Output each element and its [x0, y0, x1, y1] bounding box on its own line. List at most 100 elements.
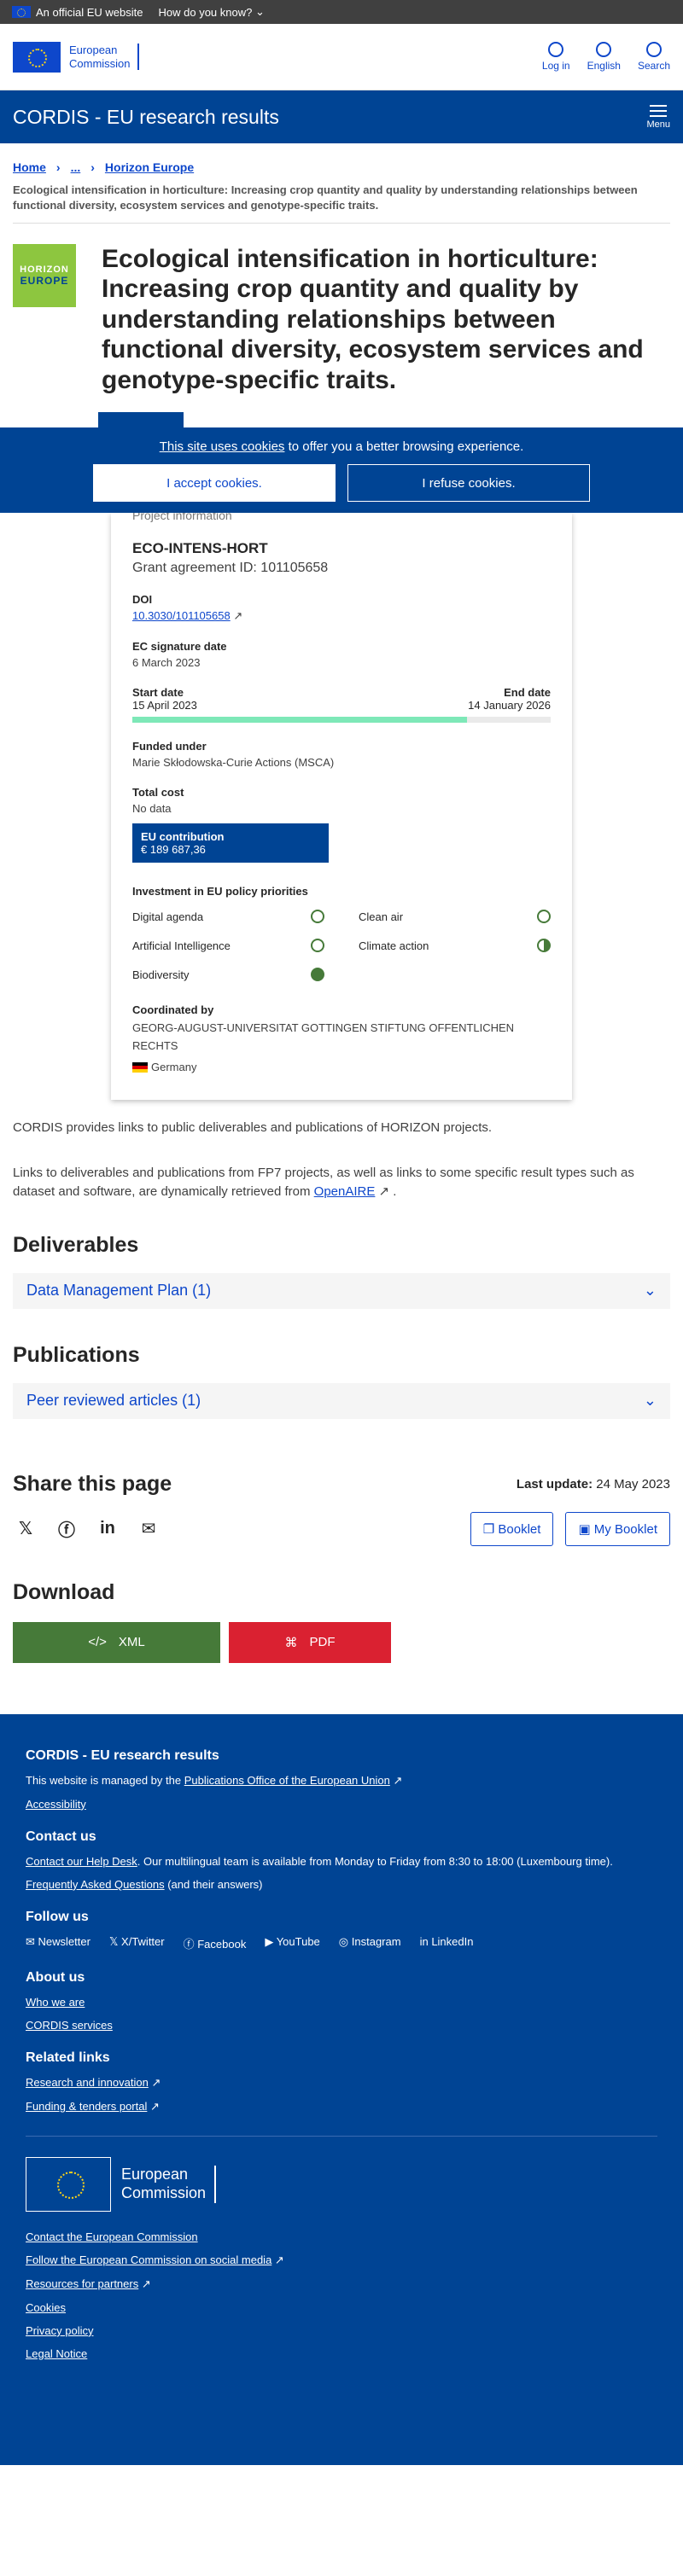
publications-accordion[interactable]: Peer reviewed articles (1) ⌄: [13, 1382, 670, 1419]
who-we-are-link[interactable]: Who we are: [26, 1996, 85, 2009]
external-link-icon: ↗: [375, 1184, 390, 1200]
resources-partners-link[interactable]: Resources for partners: [26, 2277, 138, 2290]
download-xml-button[interactable]: </> XML: [13, 1621, 220, 1663]
download-pdf-button[interactable]: ⌘ PDF: [229, 1621, 391, 1663]
germany-flag-icon: [132, 1062, 148, 1073]
funding-tenders-link[interactable]: Funding & tenders portal: [26, 2100, 147, 2113]
ec-logo[interactable]: European Commission: [13, 41, 139, 73]
site-title[interactable]: CORDIS - EU research results: [13, 106, 279, 129]
breadcrumb-home[interactable]: Home: [13, 160, 46, 174]
instagram-link[interactable]: ◎ Instagram: [339, 1935, 401, 1951]
external-link-icon: ↗: [147, 2099, 160, 2113]
my-booklet-button[interactable]: ▣ My Booklet: [565, 1511, 670, 1546]
share-heading: Share this page: [13, 1471, 172, 1496]
globe-icon: [596, 42, 612, 57]
eu-contribution-value: € 189 687,36: [141, 843, 206, 857]
login-button[interactable]: Log in: [542, 42, 570, 72]
language-button[interactable]: English: [587, 42, 621, 72]
accessibility-link[interactable]: Accessibility: [26, 1798, 86, 1811]
cookies-link[interactable]: Cookies: [26, 2301, 66, 2314]
openaire-link[interactable]: OpenAIRE: [314, 1184, 376, 1199]
panel-title: Project information: [132, 513, 232, 523]
ec-flag-icon: [13, 41, 61, 73]
project-dates: Start date 15 April 2023 End date 14 Janua…: [132, 686, 551, 712]
policy-priorities: Digital agenda Clean air Artificial Inte…: [132, 910, 551, 982]
project-information-panel: Project information ECO-INTENS-HORT Gran…: [111, 513, 572, 1100]
footer-title[interactable]: CORDIS - EU research results: [26, 1748, 657, 1764]
eu-flag-icon: [12, 6, 31, 18]
fact-sheet-tab[interactable]: [98, 412, 184, 428]
coordinator-country: Germany: [151, 1060, 197, 1073]
linkedin-icon[interactable]: in: [95, 1516, 120, 1542]
project-hero: HORIZON EUROPE Ecological intensification…: [0, 224, 683, 412]
end-date: 14 January 2026: [468, 699, 551, 712]
doi-link[interactable]: 10.3030/101105658: [132, 609, 231, 622]
accept-cookies-button[interactable]: I accept cookies.: [93, 464, 336, 503]
how-do-you-know-toggle[interactable]: How do you know? ⌄: [159, 5, 265, 19]
external-link-icon: ↗: [271, 2253, 284, 2266]
official-eu-banner: An official EU website How do you know? …: [0, 0, 683, 24]
eu-contribution-box: EU contribution € 189 687,36: [132, 823, 329, 864]
x-twitter-link[interactable]: 𝕏 X/Twitter: [109, 1935, 165, 1951]
contact-ec-link[interactable]: Contact the European Commission: [26, 2230, 198, 2243]
policy-level-icon: [537, 939, 551, 953]
chevron-down-icon: ⌄: [643, 1282, 657, 1300]
external-link-icon: ↗: [389, 1773, 403, 1787]
refuse-cookies-button[interactable]: I refuse cookies.: [347, 464, 590, 503]
help-desk-link[interactable]: Contact our Help Desk: [26, 1855, 137, 1868]
code-icon: </>: [88, 1635, 107, 1650]
coordinator: GEORG-AUGUST-UNIVERSITAT GOTTINGEN STIFT…: [132, 1021, 515, 1052]
youtube-link[interactable]: ▶ YouTube: [265, 1935, 319, 1951]
privacy-policy-link[interactable]: Privacy policy: [26, 2324, 93, 2337]
policy-clean-air: Clean air: [359, 910, 551, 924]
cookie-policy-link[interactable]: This site uses cookies: [160, 439, 285, 454]
download-heading: Download: [13, 1579, 115, 1604]
site-footer: CORDIS - EU research results This websit…: [0, 1713, 683, 2465]
user-icon: [548, 42, 564, 57]
official-eu-label: An official EU website: [12, 6, 143, 19]
policy-level-icon: [311, 910, 324, 924]
last-update: Last update: 24 May 2023: [516, 1476, 670, 1492]
page-subtitle: Ecological intensification in horticultu…: [13, 183, 670, 224]
legal-notice-link[interactable]: Legal Notice: [26, 2347, 87, 2360]
external-link-icon: ↗: [138, 2277, 151, 2290]
deliverables-heading: Deliverables: [13, 1232, 139, 1257]
facebook-link[interactable]: ⓕ Facebook: [184, 1935, 247, 1951]
search-icon: [645, 42, 662, 57]
policy-level-icon: [537, 910, 551, 924]
search-button[interactable]: Search: [638, 42, 670, 72]
policy-digital-agenda: Digital agenda: [132, 910, 324, 924]
ec-flag-icon: [26, 2156, 111, 2212]
policy-climate-action: Climate action: [359, 939, 551, 953]
info-text: CORDIS provides links to public delivera…: [13, 1120, 493, 1136]
faq-link[interactable]: Frequently Asked Questions: [26, 1878, 165, 1891]
research-innovation-link[interactable]: Research and innovation: [26, 2076, 149, 2089]
facebook-icon[interactable]: ⓕ: [54, 1516, 79, 1542]
page-title: Ecological intensification in horticultu…: [102, 245, 644, 394]
footer-ec-logo[interactable]: European Commission: [26, 2156, 657, 2212]
progress-fill: [132, 717, 467, 724]
publications-office-link[interactable]: Publications Office of the European Unio…: [184, 1774, 390, 1787]
funded-under: Marie Skłodowska-Curie Actions (MSCA): [132, 756, 335, 770]
email-icon[interactable]: ✉: [136, 1516, 161, 1542]
signature-date: 6 March 2023: [132, 656, 201, 670]
cordis-services-link[interactable]: CORDIS services: [26, 2019, 113, 2032]
breadcrumb-horizon-europe[interactable]: Horizon Europe: [105, 160, 194, 174]
horizon-europe-logo: HORIZON EUROPE: [13, 244, 76, 308]
policy-ai: Artificial Intelligence: [132, 939, 324, 953]
menu-button[interactable]: Menu: [646, 104, 670, 130]
ec-social-link[interactable]: Follow the European Commission on social…: [26, 2253, 271, 2266]
breadcrumb-ellipsis[interactable]: ...: [71, 160, 81, 174]
site-header: European Commission Log in English Search: [0, 24, 683, 90]
hamburger-icon: [650, 104, 668, 117]
policy-level-icon: [311, 968, 324, 982]
newsletter-link[interactable]: ✉ Newsletter: [26, 1935, 90, 1951]
deliverables-accordion[interactable]: Data Management Plan (1) ⌄: [13, 1272, 670, 1309]
cookie-banner: This site uses cookies to offer you a be…: [0, 427, 683, 514]
policy-level-icon: [311, 939, 324, 953]
x-twitter-icon[interactable]: 𝕏: [13, 1516, 38, 1542]
linkedin-link[interactable]: in LinkedIn: [420, 1935, 474, 1951]
project-acronym: ECO-INTENS-HORT: [132, 540, 268, 557]
chevron-down-icon: ⌄: [252, 5, 265, 18]
booklet-button[interactable]: ❐ Booklet: [470, 1511, 554, 1546]
